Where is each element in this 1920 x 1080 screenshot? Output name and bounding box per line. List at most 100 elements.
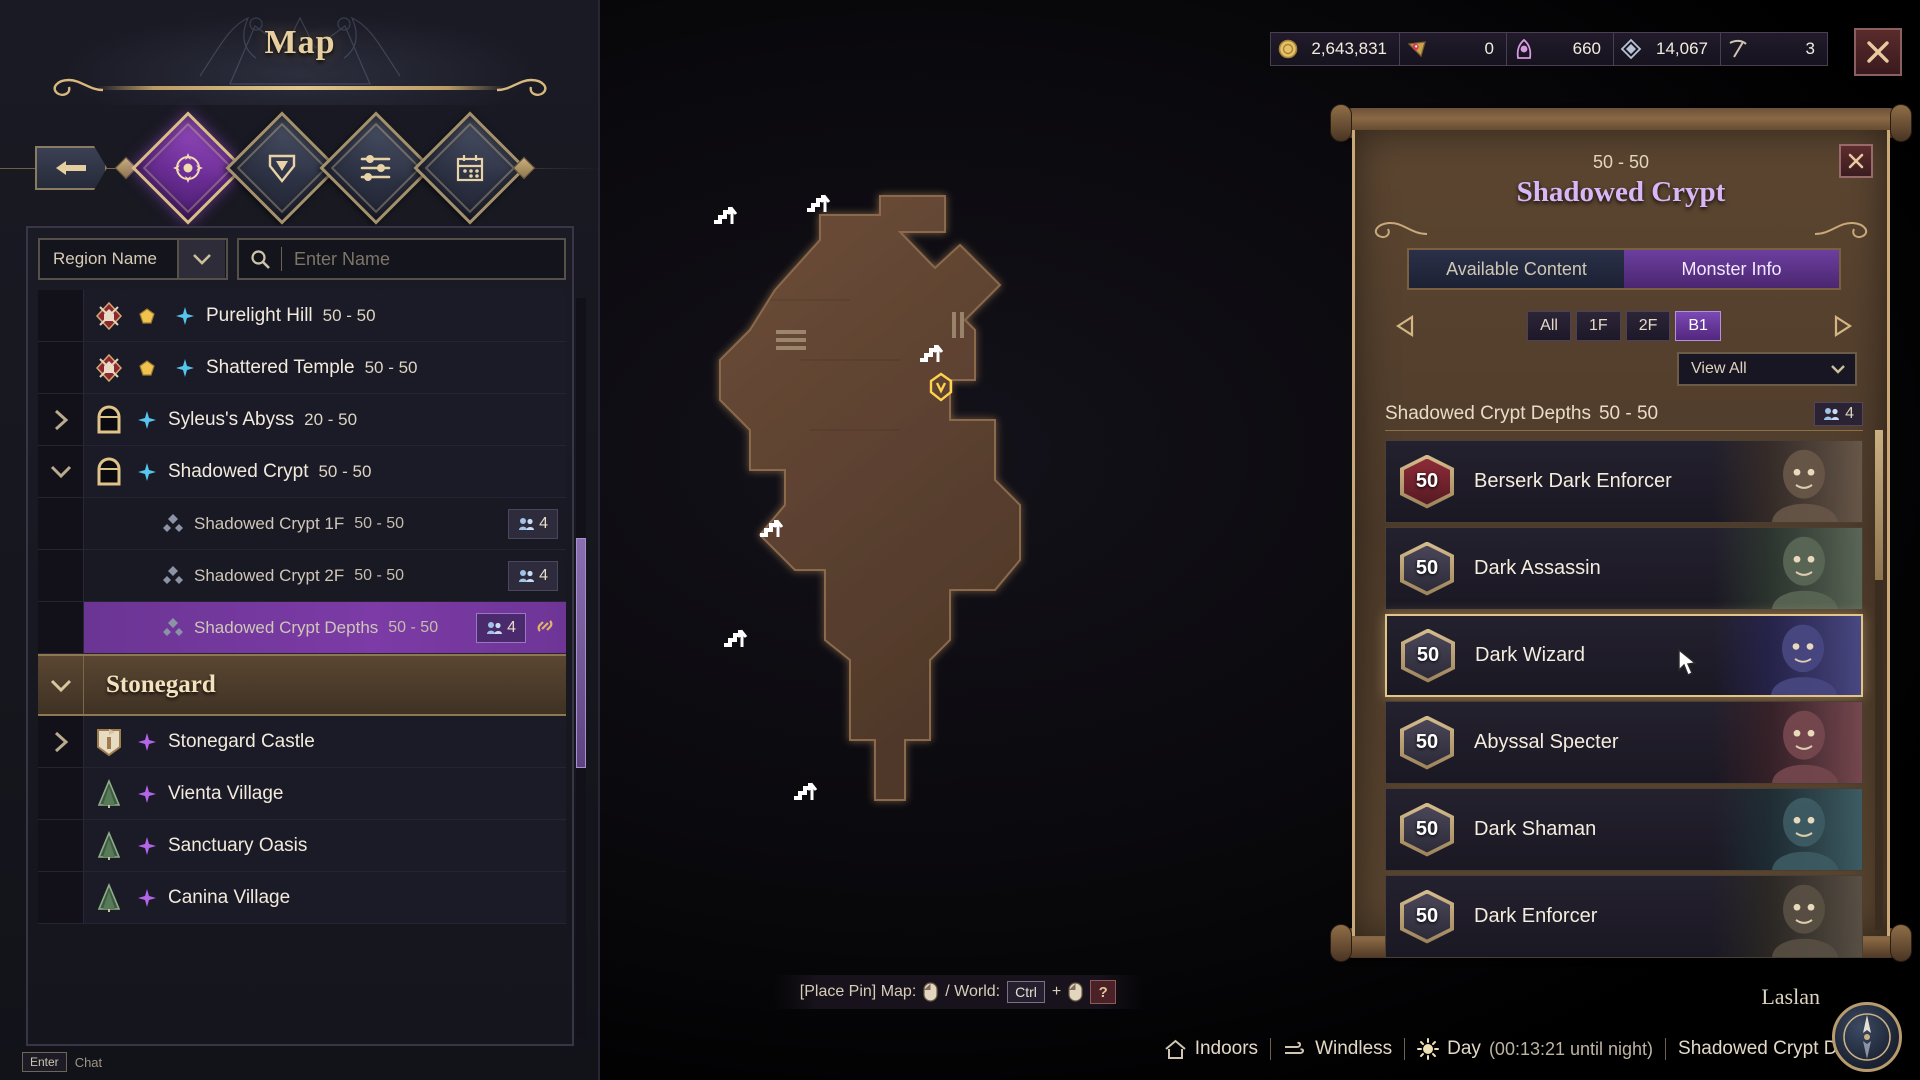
currency-item: 2,643,831: [1270, 32, 1400, 66]
search-box[interactable]: [237, 238, 566, 280]
monster-level-value: 50: [1415, 818, 1439, 840]
floor-prev-arrow-icon[interactable]: [1385, 311, 1425, 341]
currency-item: 14,067: [1613, 32, 1721, 66]
region-list-scrollbar[interactable]: [576, 298, 586, 1038]
monster-level-badge: 50: [1398, 888, 1456, 946]
rod-cap-left: [1330, 924, 1352, 962]
view-filter-dropdown[interactable]: View All: [1677, 352, 1857, 386]
monster-portrait: [1712, 876, 1862, 957]
region-list-item[interactable]: Purelight Hill 50 - 50: [38, 290, 566, 342]
rod-cap-right: [1890, 104, 1912, 142]
region-list-item[interactable]: Shadowed Crypt 2F 50 - 50 4: [38, 550, 566, 602]
monster-row[interactable]: 50 Dark Enforcer: [1385, 875, 1863, 958]
region-list-item[interactable]: Stonegard Castle: [38, 716, 566, 768]
floor-next-arrow-icon[interactable]: [1823, 311, 1863, 341]
monster-row[interactable]: 50 Dark Wizard: [1385, 614, 1863, 697]
monster-name: Dark Wizard: [1475, 644, 1586, 666]
silver-crest-icon: [1614, 33, 1648, 65]
monster-level-badge: 50: [1398, 801, 1456, 859]
castle-icon: [92, 725, 126, 759]
region-item-level: 50 - 50: [354, 514, 405, 532]
help-button[interactable]: ?: [1090, 980, 1117, 1004]
close-icon: [1867, 41, 1889, 63]
region-item-name: Shadowed Crypt Depths: [194, 617, 379, 637]
monster-list-scrollbar[interactable]: [1875, 430, 1883, 930]
floor-chip-2f[interactable]: 2F: [1625, 311, 1671, 341]
dungeon-map[interactable]: [600, 0, 1300, 1000]
status-indoors-label: Indoors: [1194, 1038, 1259, 1059]
calendar-icon: [430, 128, 510, 208]
wind-icon: [1285, 1041, 1305, 1054]
status-separator: [1270, 1038, 1272, 1060]
region-list-item[interactable]: Shadowed Crypt Depths 50 - 50 4: [38, 602, 566, 654]
monster-level-badge: 50: [1399, 627, 1457, 685]
map-panel: Map Region Name Enter Name Purelight Hil…: [0, 0, 600, 1080]
panel-tab-monster-info[interactable]: Monster Info: [1624, 250, 1839, 288]
region-item-level: 50 - 50: [388, 618, 439, 636]
monster-level-value: 50: [1415, 470, 1439, 492]
pickaxe-icon: [1721, 33, 1755, 65]
monster-level-value: 50: [1415, 731, 1439, 753]
region-list-frame: Region Name Enter Name Purelight Hill 50…: [26, 226, 586, 1046]
region-list-item[interactable]: Vienta Village: [38, 768, 566, 820]
nav-tab-quest-map[interactable]: [225, 111, 339, 225]
region-list-item[interactable]: Shadowed Crypt 50 - 50: [38, 446, 566, 498]
player-position-marker: [929, 372, 953, 402]
compass-icon: [148, 128, 228, 208]
expander-empty: [38, 550, 84, 601]
field-boss-icon: [92, 299, 126, 333]
place-pin-prefix: [Place Pin] Map:: [799, 983, 917, 1000]
region-list-item[interactable]: Shattered Temple 50 - 50: [38, 342, 566, 394]
chevron-down-icon[interactable]: [38, 446, 84, 497]
monster-row[interactable]: 50 Abyssal Specter: [1385, 701, 1863, 784]
plus-sign: +: [1051, 983, 1062, 1000]
status-weather: Windless: [1283, 1038, 1392, 1060]
nav-tab-calendar[interactable]: [413, 111, 527, 225]
monster-list[interactable]: 50 Berserk Dark Enforcer 50 Dark Assassi…: [1385, 440, 1863, 958]
region-list-item[interactable]: Canina Village: [38, 872, 566, 924]
region-list-item[interactable]: Syleus's Abyss 20 - 50: [38, 394, 566, 446]
floor-chip-1f[interactable]: 1F: [1576, 311, 1621, 341]
panel-tab-available-content[interactable]: Available Content: [1409, 250, 1624, 288]
monster-row[interactable]: 50 Dark Shaman: [1385, 788, 1863, 871]
region-list-item[interactable]: Sanctuary Oasis: [38, 820, 566, 872]
region-item-level: 50 - 50: [318, 461, 372, 481]
scrollbar-thumb[interactable]: [576, 538, 586, 768]
game-screen: Map Region Name Enter Name Purelight Hil…: [0, 0, 1920, 1080]
scrollbar-thumb[interactable]: [1875, 430, 1883, 580]
monster-row[interactable]: 50 Dark Assassin: [1385, 527, 1863, 610]
link-icon[interactable]: [534, 615, 560, 641]
floor-filter-bar: All 1F 2F B1: [1385, 308, 1863, 344]
party-size-value: 4: [539, 514, 548, 532]
currency-item: 3: [1720, 32, 1828, 66]
panel-close-button[interactable]: [1839, 144, 1873, 178]
gem-gold-icon: [130, 299, 164, 333]
field-boss-icon: [92, 351, 126, 385]
expander-empty: [38, 342, 84, 393]
sparkle-blue-icon: [130, 455, 164, 489]
nav-tab-world-map[interactable]: [131, 111, 245, 225]
party-size-value: 4: [539, 566, 548, 584]
back-button[interactable]: [35, 146, 107, 190]
floor-chip-b1[interactable]: B1: [1675, 311, 1721, 341]
region-item-level: 20 - 50: [304, 409, 358, 429]
region-list[interactable]: Purelight Hill 50 - 50 Shattered Temple …: [38, 290, 566, 1038]
purple-hood-icon: [1507, 33, 1541, 65]
region-list-item[interactable]: Shadowed Crypt 1F 50 - 50 4: [38, 498, 566, 550]
monster-row[interactable]: 50 Berserk Dark Enforcer: [1385, 440, 1863, 523]
close-window-button[interactable]: [1854, 28, 1902, 76]
compass-widget[interactable]: [1832, 1002, 1902, 1072]
chevron-right-icon[interactable]: [38, 716, 84, 767]
dungeon-gate-icon: [92, 455, 126, 489]
nav-tab-filters[interactable]: [319, 111, 433, 225]
group-header-stonegard[interactable]: Stonegard: [38, 654, 566, 716]
region-name-dropdown[interactable]: Region Name: [38, 238, 228, 280]
monster-name: Berserk Dark Enforcer: [1474, 470, 1672, 492]
search-input[interactable]: [282, 248, 564, 270]
chevron-right-icon[interactable]: [38, 394, 84, 445]
floor-chip-all[interactable]: All: [1527, 311, 1572, 341]
compass-rose-icon: [1843, 1013, 1891, 1061]
currency-bar: 2,643,831 0 660 14,067 3: [1270, 32, 1828, 66]
sun-icon: [1417, 1038, 1440, 1060]
expander-empty: [38, 820, 84, 871]
